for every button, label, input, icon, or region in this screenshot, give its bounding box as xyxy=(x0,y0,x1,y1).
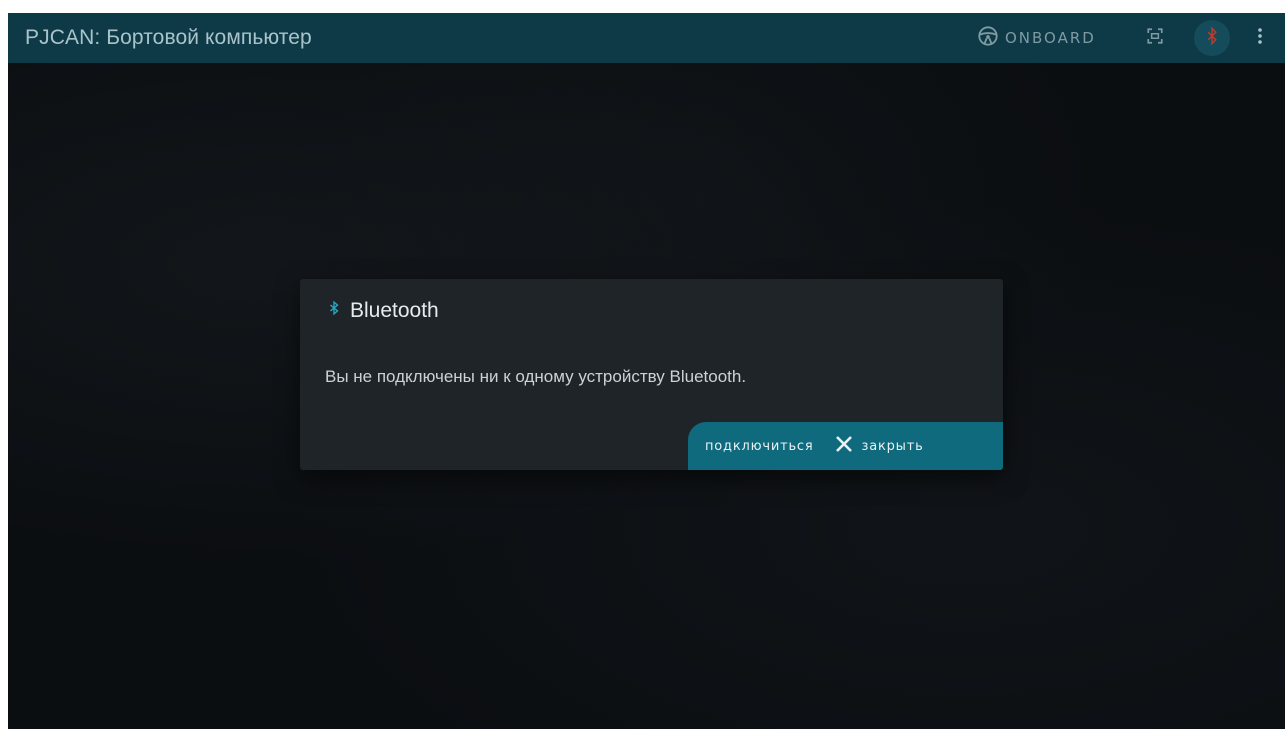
connect-button[interactable]: подключиться xyxy=(705,422,813,470)
onboard-label: ONBOARD xyxy=(1005,29,1096,47)
connect-button-label: подключиться xyxy=(705,438,814,454)
bluetooth-icon xyxy=(327,298,341,323)
dialog-title: Bluetooth xyxy=(350,298,439,322)
top-toolbar: PJCAN: Бортовой компьютер ONBOARD xyxy=(8,13,1285,63)
more-menu-button[interactable] xyxy=(1246,20,1274,56)
fullscreen-icon xyxy=(1146,27,1164,50)
close-icon xyxy=(835,435,853,457)
close-button[interactable]: закрыть xyxy=(835,422,923,470)
fullscreen-button[interactable] xyxy=(1137,20,1173,56)
app-window: PJCAN: Бортовой компьютер ONBOARD Blueto… xyxy=(8,13,1285,729)
dialog-header: Bluetooth xyxy=(327,298,439,323)
close-button-label: закрыть xyxy=(861,438,924,454)
dialog-message: Вы не подключены ни к одному устройству … xyxy=(325,367,747,386)
bluetooth-dialog: Bluetooth Вы не подключены ни к одному у… xyxy=(300,279,1003,470)
dialog-actions: подключиться закрыть xyxy=(688,422,1003,470)
onboard-button[interactable]: ONBOARD xyxy=(977,22,1096,54)
steering-wheel-icon xyxy=(977,25,999,52)
more-vert-icon xyxy=(1257,27,1263,50)
bluetooth-toggle-button[interactable] xyxy=(1194,20,1230,56)
app-title: PJCAN: Бортовой компьютер xyxy=(25,26,312,49)
bluetooth-disabled-icon xyxy=(1203,26,1221,51)
